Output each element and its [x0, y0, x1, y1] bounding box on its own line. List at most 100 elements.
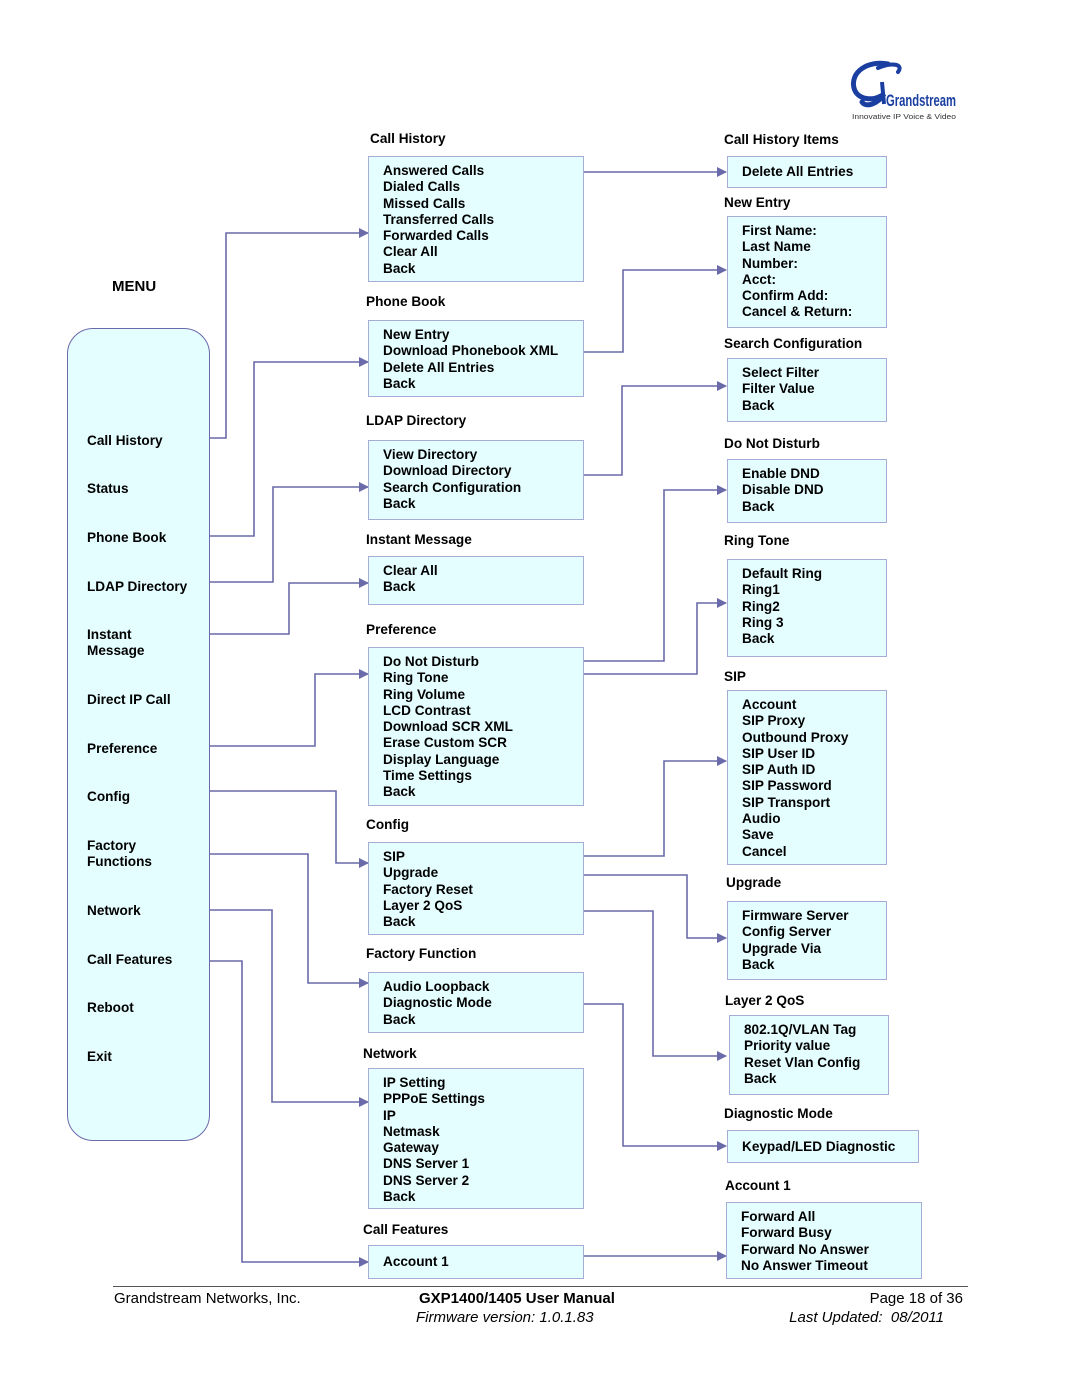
menu-option[interactable]: Do Not Disturb [383, 654, 513, 670]
menu-option[interactable]: Back [383, 261, 494, 277]
menu-option[interactable]: SIP User ID [742, 746, 848, 762]
menu-option[interactable]: Upgrade Via [742, 941, 849, 957]
menu-option[interactable]: Ring 3 [742, 615, 822, 631]
menu-option[interactable]: 802.1Q/VLAN Tag [744, 1022, 860, 1038]
menu-option[interactable]: Missed Calls [383, 196, 494, 212]
menu-option[interactable]: Default Ring [742, 566, 822, 582]
menu-option[interactable]: Back [742, 398, 819, 414]
menu-option[interactable]: Ring Tone [383, 670, 513, 686]
menu-option[interactable]: Back [383, 914, 473, 930]
menu-option[interactable]: Number: [742, 256, 852, 272]
menu-option[interactable]: Back [383, 579, 438, 595]
menu-option[interactable]: IP Setting [383, 1075, 485, 1091]
menu-item-exit[interactable]: Exit [87, 1049, 112, 1065]
menu-option[interactable]: Erase Custom SCR [383, 735, 513, 751]
menu-option[interactable]: DNS Server 1 [383, 1156, 485, 1172]
menu-option[interactable]: Search Configuration [383, 480, 521, 496]
menu-option[interactable]: Select Filter [742, 365, 819, 381]
menu-option[interactable]: LCD Contrast [383, 703, 513, 719]
menu-option[interactable]: Reset Vlan Config [744, 1055, 860, 1071]
menu-option[interactable]: Keypad/LED Diagnostic [742, 1139, 895, 1155]
menu-option[interactable]: Cancel [742, 844, 848, 860]
menu-option[interactable]: Forward No Answer [741, 1242, 869, 1258]
menu-option[interactable]: Back [742, 957, 849, 973]
menu-option[interactable]: Audio [742, 811, 848, 827]
upgrade-box: Firmware Server Config Server Upgrade Via B… [727, 901, 887, 980]
menu-option[interactable]: Answered Calls [383, 163, 494, 179]
menu-option[interactable]: Back [383, 376, 558, 392]
menu-option[interactable]: IP [383, 1108, 485, 1124]
menu-option[interactable]: Forward Busy [741, 1225, 869, 1241]
menu-option[interactable]: Forward All [741, 1209, 869, 1225]
menu-option[interactable]: Clear All [383, 244, 494, 260]
main-menu: Call History Status Phone Book LDAP Dire… [67, 328, 210, 1141]
menu-option[interactable]: Back [383, 496, 521, 512]
menu-option[interactable]: First Name: [742, 223, 852, 239]
menu-option[interactable]: Time Settings [383, 768, 513, 784]
menu-option[interactable]: Outbound Proxy [742, 730, 848, 746]
menu-item-reboot[interactable]: Reboot [87, 1000, 134, 1016]
menu-option[interactable]: Ring1 [742, 582, 822, 598]
menu-option[interactable]: Disable DND [742, 482, 824, 498]
menu-item-direct-ip-call[interactable]: Direct IP Call [87, 692, 171, 708]
menu-option[interactable]: View Directory [383, 447, 521, 463]
menu-option[interactable]: New Entry [383, 327, 558, 343]
menu-item-network[interactable]: Network [87, 903, 141, 919]
menu-option[interactable]: Gateway [383, 1140, 485, 1156]
menu-option[interactable]: Config Server [742, 924, 849, 940]
menu-option[interactable]: Back [742, 499, 824, 515]
menu-option[interactable]: Factory Reset [383, 882, 473, 898]
menu-item-status[interactable]: Status [87, 481, 129, 497]
menu-option[interactable]: Last Name [742, 239, 852, 255]
menu-option[interactable]: Priority value [744, 1038, 860, 1054]
menu-option[interactable]: Back [383, 1189, 485, 1205]
menu-item-ldap-directory[interactable]: LDAP Directory [87, 579, 187, 595]
menu-option[interactable]: Firmware Server [742, 908, 849, 924]
menu-option[interactable]: Download Phonebook XML [383, 343, 558, 359]
menu-item-instant-message[interactable]: Instant Message [87, 627, 144, 660]
menu-option[interactable]: DNS Server 2 [383, 1173, 485, 1189]
menu-option[interactable]: Delete All Entries [383, 360, 558, 376]
menu-option[interactable]: SIP Proxy [742, 713, 848, 729]
menu-option[interactable]: Layer 2 QoS [383, 898, 473, 914]
menu-item-call-history[interactable]: Call History [87, 433, 163, 449]
menu-option[interactable]: Delete All Entries [742, 164, 853, 180]
menu-option[interactable]: Ring Volume [383, 687, 513, 703]
menu-option[interactable]: Download SCR XML [383, 719, 513, 735]
ldap-directory-list: View Directory Download Directory Search C… [383, 447, 521, 512]
menu-option[interactable]: Transferred Calls [383, 212, 494, 228]
menu-option[interactable]: Diagnostic Mode [383, 995, 492, 1011]
menu-option[interactable]: Download Directory [383, 463, 521, 479]
menu-item-factory-functions[interactable]: Factory Functions [87, 838, 152, 871]
menu-option[interactable]: SIP Auth ID [742, 762, 848, 778]
menu-option[interactable]: Upgrade [383, 865, 473, 881]
menu-option[interactable]: Confirm Add: [742, 288, 852, 304]
menu-option[interactable]: Netmask [383, 1124, 485, 1140]
menu-option[interactable]: Audio Loopback [383, 979, 492, 995]
menu-option[interactable]: Back [383, 784, 513, 800]
menu-option[interactable]: Cancel & Return: [742, 304, 852, 320]
menu-option[interactable]: SIP [383, 849, 473, 865]
menu-option[interactable]: No Answer Timeout [741, 1258, 869, 1274]
menu-option[interactable]: Enable DND [742, 466, 824, 482]
menu-option[interactable]: Back [383, 1012, 492, 1028]
menu-item-config[interactable]: Config [87, 789, 130, 805]
menu-option[interactable]: Display Language [383, 752, 513, 768]
menu-option[interactable]: Ring2 [742, 599, 822, 615]
menu-option[interactable]: Forwarded Calls [383, 228, 494, 244]
menu-option[interactable]: Account [742, 697, 848, 713]
menu-option[interactable]: Clear All [383, 563, 438, 579]
menu-option[interactable]: Back [742, 631, 822, 647]
menu-option[interactable]: Acct: [742, 272, 852, 288]
menu-option[interactable]: Save [742, 827, 848, 843]
menu-item-preference[interactable]: Preference [87, 741, 157, 757]
menu-option[interactable]: Filter Value [742, 381, 819, 397]
menu-item-phone-book[interactable]: Phone Book [87, 530, 166, 546]
menu-item-call-features[interactable]: Call Features [87, 952, 172, 968]
menu-option[interactable]: SIP Transport [742, 795, 848, 811]
menu-option[interactable]: Account 1 [383, 1254, 449, 1270]
menu-option[interactable]: Back [744, 1071, 860, 1087]
menu-option[interactable]: SIP Password [742, 778, 848, 794]
menu-option[interactable]: PPPoE Settings [383, 1091, 485, 1107]
menu-option[interactable]: Dialed Calls [383, 179, 494, 195]
